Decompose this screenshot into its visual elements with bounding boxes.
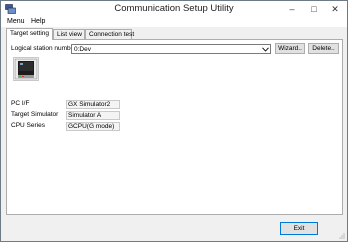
chevron-down-icon[interactable] bbox=[261, 45, 270, 53]
delete-button[interactable]: Delete.. bbox=[308, 43, 339, 54]
exit-button[interactable]: Exit bbox=[280, 222, 318, 235]
simulator-device-icon bbox=[13, 57, 39, 81]
cpu-series-value: GCPU(G mode) bbox=[66, 122, 120, 131]
minimize-button[interactable]: – bbox=[281, 1, 303, 17]
app-window: Communication Setup Utility – □ ✕ Menu H… bbox=[0, 0, 348, 242]
target-simulator-value: Simulator A bbox=[66, 111, 120, 120]
pc-if-value: GX Simulator2 bbox=[66, 100, 120, 109]
tab-connection-test[interactable]: Connection test bbox=[85, 29, 134, 39]
menu-item-help[interactable]: Help bbox=[31, 18, 45, 25]
maximize-button[interactable]: □ bbox=[303, 1, 325, 17]
pc-if-label: PC I/F bbox=[11, 100, 30, 107]
wizard-button[interactable]: Wizard.. bbox=[275, 43, 305, 54]
target-setting-panel: Logical station number 0:Dev Wizard.. De… bbox=[6, 39, 343, 215]
resize-grip-icon[interactable] bbox=[337, 231, 345, 239]
target-simulator-label: Target Simulator bbox=[11, 111, 59, 118]
close-button[interactable]: ✕ bbox=[323, 1, 347, 17]
station-value: 0:Dev bbox=[74, 46, 91, 53]
menu-bar: Menu Help bbox=[1, 17, 347, 27]
cpu-series-label: CPU Series bbox=[11, 122, 45, 129]
title-bar[interactable]: Communication Setup Utility – □ ✕ bbox=[1, 1, 347, 17]
tab-target-setting[interactable]: Target setting bbox=[6, 28, 53, 40]
station-select[interactable]: 0:Dev bbox=[71, 44, 271, 54]
station-label: Logical station number bbox=[11, 45, 77, 52]
tab-list-view[interactable]: List view bbox=[53, 29, 85, 39]
menu-item-menu[interactable]: Menu bbox=[7, 18, 25, 25]
